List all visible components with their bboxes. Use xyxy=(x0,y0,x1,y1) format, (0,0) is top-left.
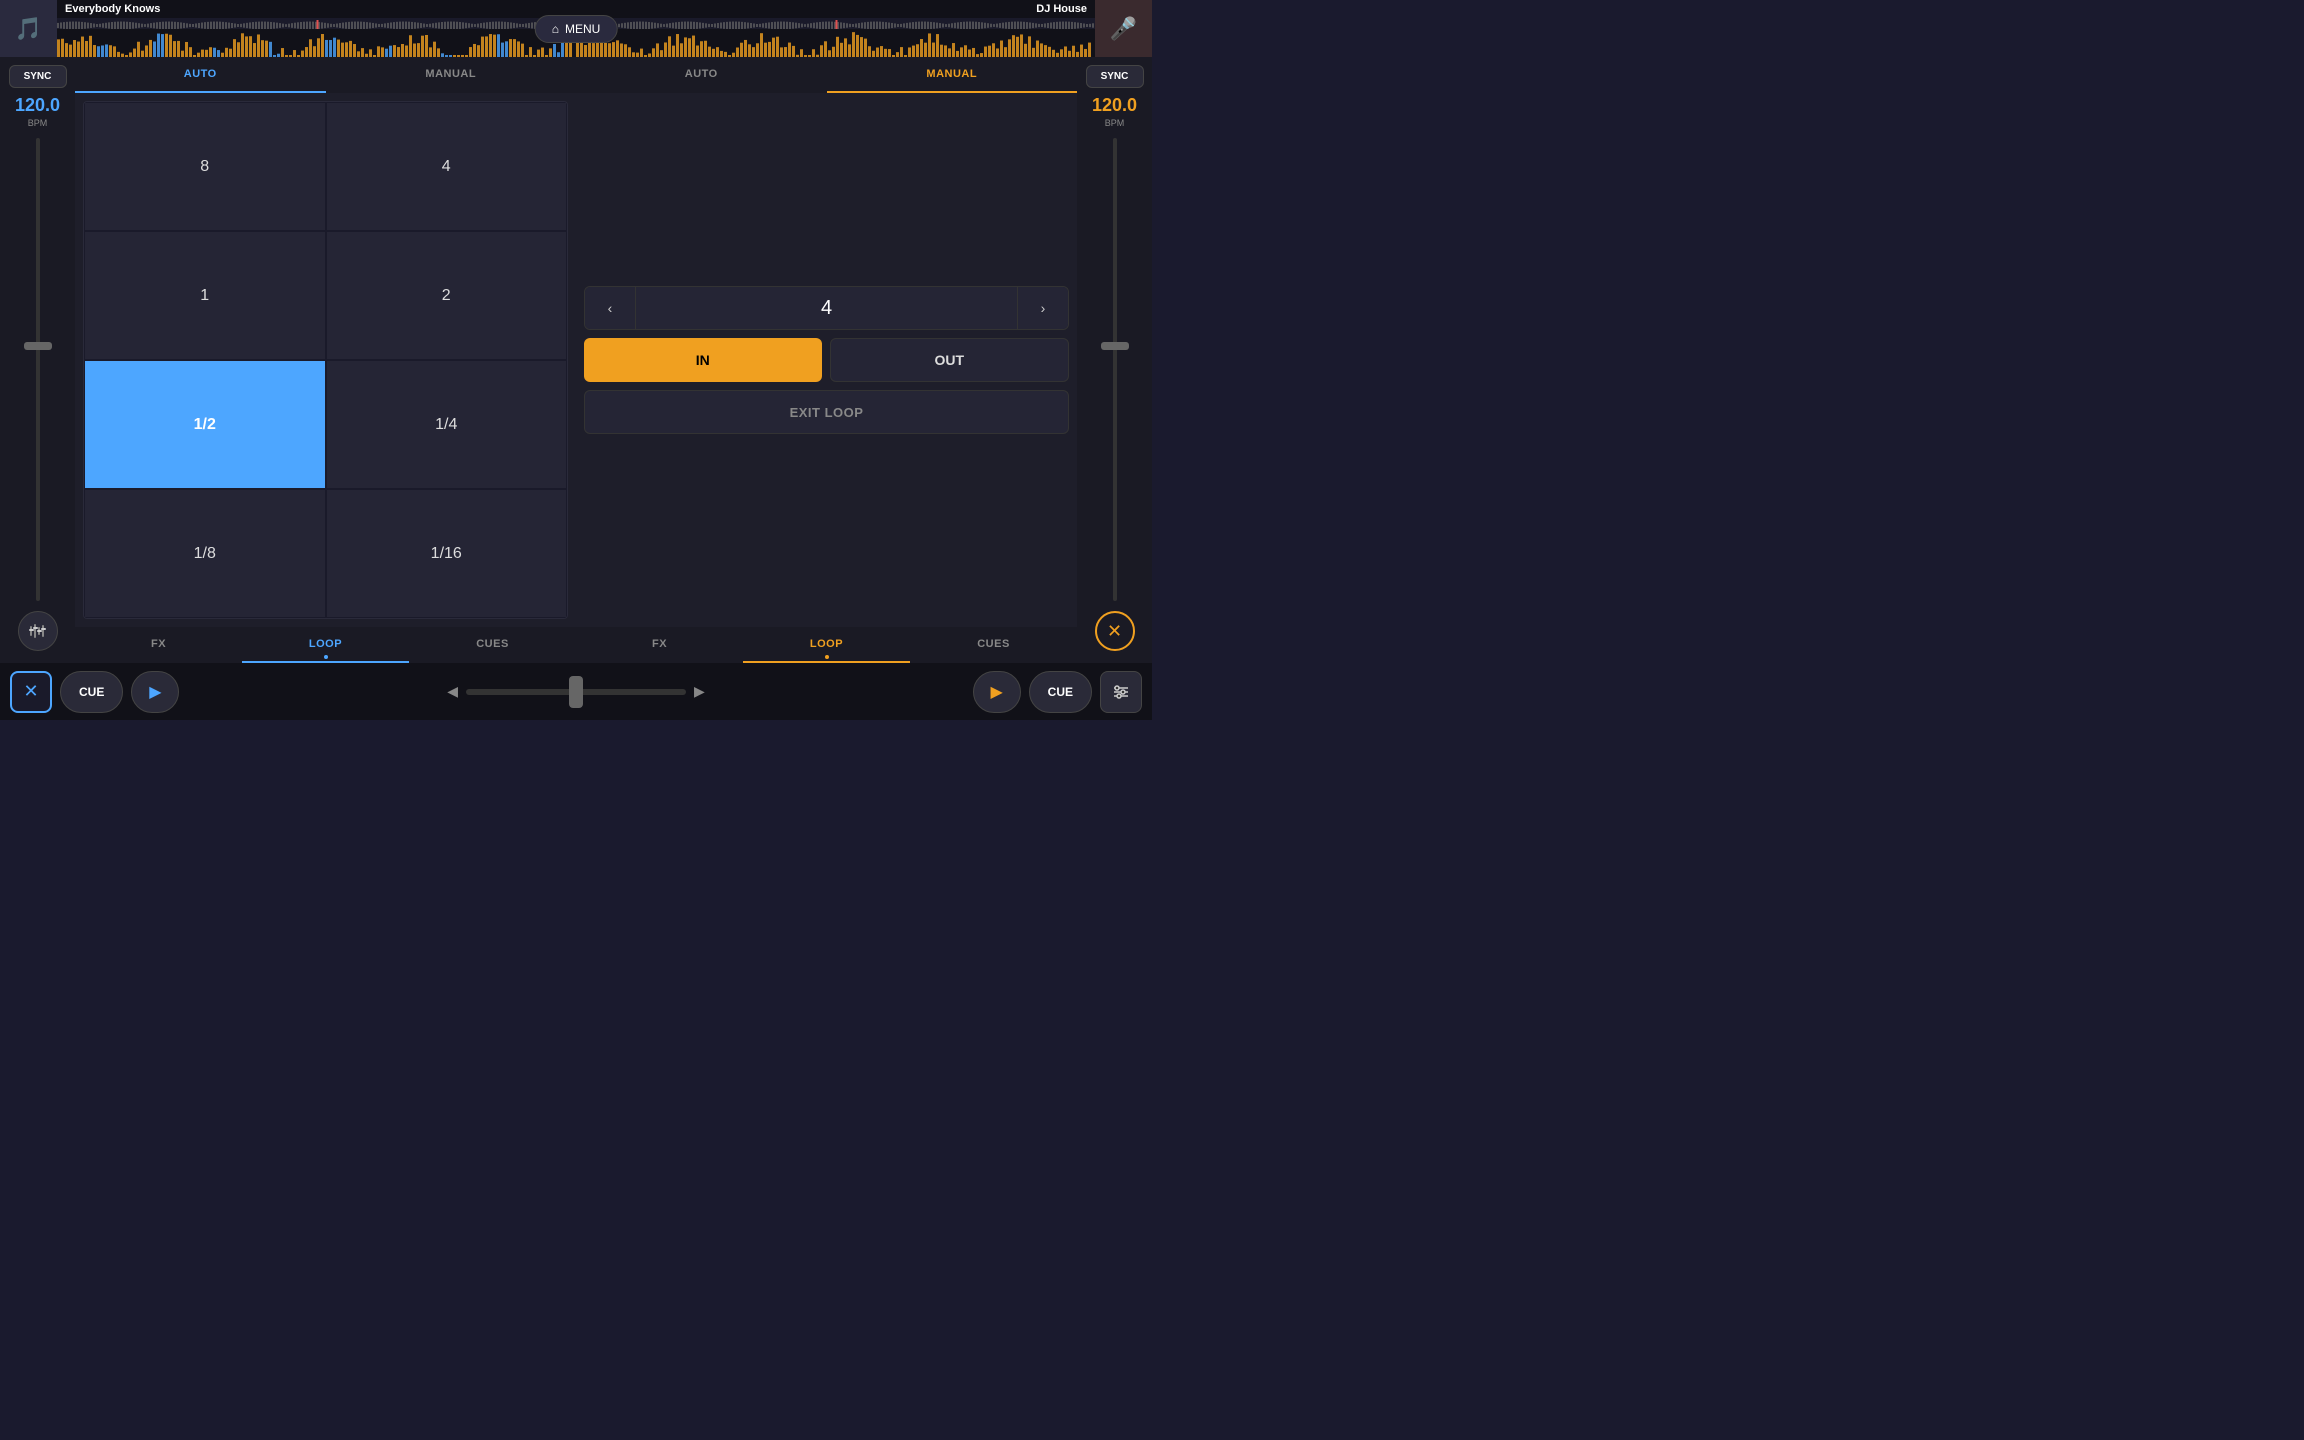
exit-loop-button[interactable]: EXIT LOOP xyxy=(584,390,1069,434)
loop-cell-sixteenth[interactable]: 1/16 xyxy=(326,489,568,618)
eq-icon xyxy=(1112,683,1130,701)
tab-cues-right[interactable]: CUES xyxy=(910,627,1077,663)
crossfader-thumb xyxy=(569,676,583,708)
menu-button[interactable]: ⌂ MENU xyxy=(535,15,618,43)
waveform-right-container: DJ House -0:55 xyxy=(576,0,1095,57)
album-art-left[interactable]: 🎵 xyxy=(0,0,57,57)
play-icon-right: ▶ xyxy=(991,682,1003,702)
tab-manual-right[interactable]: MANUAL xyxy=(827,57,1078,93)
play-button-right[interactable]: ▶ xyxy=(973,671,1021,713)
crossfader-arrow-left[interactable]: ◀ xyxy=(447,683,458,700)
bottom-bar: ✕ CUE ▶ ◀ ▶ ▶ CUE xyxy=(0,663,1152,720)
loop-tab-dot-right xyxy=(825,655,829,659)
bottom-tabs-right: FX LOOP CUES xyxy=(576,627,1077,663)
loop-size-decrease[interactable]: ‹ xyxy=(585,287,635,329)
deck-panel-right: AUTO MANUAL ‹ 4 › xyxy=(576,57,1077,663)
loop-cell-half[interactable]: 1/2 xyxy=(84,360,326,489)
waveform-gray-left: -0:25 xyxy=(57,18,576,29)
top-bar: 🎵 Everybody Knows -0:25 ⌂ MENU DJ House … xyxy=(0,0,1152,57)
music-icon-left: 🎵 xyxy=(15,16,42,42)
waveform-left-container: Everybody Knows -0:25 xyxy=(57,0,576,57)
bpm-label-left: BPM xyxy=(28,118,48,128)
cue-button-right[interactable]: CUE xyxy=(1029,671,1092,713)
loop-size-increase[interactable]: › xyxy=(1018,287,1068,329)
eq-settings-button[interactable] xyxy=(1100,671,1142,713)
sync-button-right[interactable]: SYNC xyxy=(1086,65,1144,88)
waveform-color-right xyxy=(576,29,1095,57)
bpm-label-right: BPM xyxy=(1105,118,1125,128)
deck-left-controls: SYNC 120.0 BPM xyxy=(0,57,75,663)
home-icon: ⌂ xyxy=(552,22,559,36)
mixer-icon xyxy=(29,622,47,640)
close-button-right[interactable]: ✕ xyxy=(1095,611,1135,651)
loop-cell-4[interactable]: 4 xyxy=(326,102,568,231)
loop-grid-left: 8 4 1 2 1/2 1/4 1/8 1/16 xyxy=(83,101,568,619)
mixer-icon-btn-left[interactable] xyxy=(18,611,58,651)
track-name-right: DJ House xyxy=(576,0,1095,18)
loop-cell-eighth[interactable]: 1/8 xyxy=(84,489,326,618)
music-icon-right: 🎤 xyxy=(1110,16,1137,42)
tab-cues-left[interactable]: CUES xyxy=(409,627,576,663)
center-area: AUTO MANUAL 8 4 1 2 1/2 1/4 1/8 1/16 xyxy=(75,57,1077,663)
bottom-tabs-left: FX LOOP CUES xyxy=(75,627,576,663)
pitch-slider-left[interactable] xyxy=(0,138,75,601)
close-x-button[interactable]: ✕ xyxy=(10,671,52,713)
loop-size-value: 4 xyxy=(635,287,1018,329)
crossfader-arrow-right[interactable]: ▶ xyxy=(694,683,705,700)
play-button-left[interactable]: ▶ xyxy=(131,671,179,713)
loop-cell-8[interactable]: 8 xyxy=(84,102,326,231)
track-name-left: Everybody Knows xyxy=(57,0,576,18)
loop-controls-right: ‹ 4 › IN OUT EXIT LOOP xyxy=(576,93,1077,627)
deck-right-controls: SYNC 120.0 BPM ✕ xyxy=(1077,57,1152,663)
main-area: SYNC 120.0 BPM xyxy=(0,57,1152,663)
waveform-svg-right xyxy=(576,20,1095,29)
waveform-color-svg-right xyxy=(576,29,1095,57)
waveform-svg-left xyxy=(57,20,576,29)
loop-out-button[interactable]: OUT xyxy=(830,338,1070,382)
tab-manual-left[interactable]: MANUAL xyxy=(326,57,577,93)
deck-panel-left: AUTO MANUAL 8 4 1 2 1/2 1/4 1/8 1/16 xyxy=(75,57,576,663)
cue-button-left[interactable]: CUE xyxy=(60,671,123,713)
close-x-icon: ✕ xyxy=(23,681,38,702)
tab-loop-right[interactable]: LOOP xyxy=(743,627,910,663)
tabs-left: AUTO MANUAL xyxy=(75,57,576,93)
bpm-right: 120.0 xyxy=(1092,96,1137,114)
waveform-gray-right: -0:55 xyxy=(576,18,1095,29)
crossfader[interactable] xyxy=(466,689,686,695)
loop-cell-1[interactable]: 1 xyxy=(84,231,326,360)
tab-fx-left[interactable]: FX xyxy=(75,627,242,663)
bpm-left: 120.0 xyxy=(15,96,60,114)
album-art-right[interactable]: 🎤 xyxy=(1095,0,1152,57)
menu-label: MENU xyxy=(565,22,600,36)
center-controls: ◀ ▶ xyxy=(187,683,964,700)
loop-size-row: ‹ 4 › xyxy=(584,286,1069,330)
waveform-color-svg-left xyxy=(57,29,576,57)
pitch-slider-right[interactable] xyxy=(1077,138,1152,601)
sync-button-left[interactable]: SYNC xyxy=(9,65,67,88)
loop-in-button[interactable]: IN xyxy=(584,338,822,382)
tab-auto-left[interactable]: AUTO xyxy=(75,57,326,93)
decks-container: AUTO MANUAL 8 4 1 2 1/2 1/4 1/8 1/16 xyxy=(75,57,1077,663)
waveform-color-left xyxy=(57,29,576,57)
loop-cell-2[interactable]: 2 xyxy=(326,231,568,360)
tab-fx-right[interactable]: FX xyxy=(576,627,743,663)
tabs-right: AUTO MANUAL xyxy=(576,57,1077,93)
close-icon-right: ✕ xyxy=(1107,621,1122,642)
loop-cell-quarter[interactable]: 1/4 xyxy=(326,360,568,489)
tab-auto-right[interactable]: AUTO xyxy=(576,57,827,93)
tab-loop-left[interactable]: LOOP xyxy=(242,627,409,663)
play-icon-left: ▶ xyxy=(149,682,161,702)
loop-in-out-row: IN OUT xyxy=(584,338,1069,382)
loop-tab-dot-left xyxy=(324,655,328,659)
